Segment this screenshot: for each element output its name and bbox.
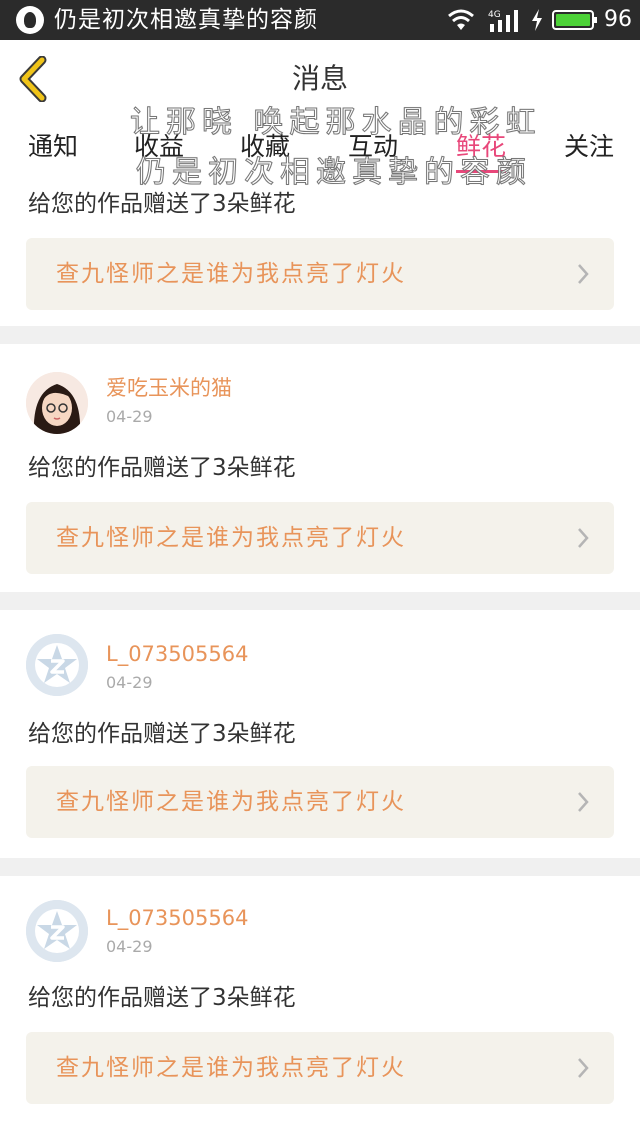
tab-notifications[interactable]: 通知 — [28, 130, 78, 164]
page-title: 消息 — [291, 62, 348, 95]
username[interactable]: L_073505564 — [106, 904, 248, 932]
gift-message: 给您的作品赠送了3朵鲜花 — [28, 455, 296, 481]
notification-card: 给您的作品赠送了3朵鲜花 查九怪师之是谁为我点亮了灯火 — [0, 178, 640, 326]
work-title: 查九怪师之是谁为我点亮了灯火 — [56, 1055, 406, 1081]
timestamp: 04-29 — [106, 673, 153, 692]
girl-avatar-icon — [26, 372, 88, 434]
timestamp: 04-29 — [106, 407, 153, 426]
chevron-right-icon — [578, 528, 589, 548]
avatar[interactable] — [26, 900, 88, 962]
notification-card: L_073505564 04-29 给您的作品赠送了3朵鲜花 查九怪师之是谁为我… — [0, 876, 640, 1138]
work-link[interactable]: 查九怪师之是谁为我点亮了灯火 — [26, 502, 614, 574]
gift-message: 给您的作品赠送了3朵鲜花 — [28, 721, 296, 747]
avatar[interactable] — [26, 634, 88, 696]
gift-message: 给您的作品赠送了3朵鲜花 — [28, 191, 296, 217]
status-bar: 仍是初次相邀真挚的容颜 4G 96 — [0, 0, 640, 40]
overlay-caption-line-2: 仍是初次相邀真挚的容颜 — [136, 155, 532, 190]
wifi-icon — [448, 9, 474, 30]
chevron-right-icon — [578, 264, 589, 284]
timestamp: 04-29 — [106, 937, 153, 956]
notification-card: L_073505564 04-29 给您的作品赠送了3朵鲜花 查九怪师之是谁为我… — [0, 610, 640, 858]
notification-card: 爱吃玉米的猫 04-29 给您的作品赠送了3朵鲜花 查九怪师之是谁为我点亮了灯火 — [0, 344, 640, 592]
username[interactable]: 爱吃玉米的猫 — [106, 374, 232, 402]
qq-star-avatar-icon — [26, 900, 88, 962]
gift-message: 给您的作品赠送了3朵鲜花 — [28, 985, 296, 1011]
work-link[interactable]: 查九怪师之是谁为我点亮了灯火 — [26, 238, 614, 310]
work-link[interactable]: 查九怪师之是谁为我点亮了灯火 — [26, 766, 614, 838]
app-notification-icon — [16, 6, 44, 34]
charging-icon — [532, 9, 542, 31]
avatar[interactable] — [26, 372, 88, 434]
username[interactable]: L_073505564 — [106, 640, 248, 668]
work-title: 查九怪师之是谁为我点亮了灯火 — [56, 789, 406, 815]
chevron-right-icon — [578, 1058, 589, 1078]
qq-star-avatar-icon — [26, 634, 88, 696]
chevron-right-icon — [578, 792, 589, 812]
work-title: 查九怪师之是谁为我点亮了灯火 — [56, 525, 406, 551]
overlay-caption-line-1: 让那晓 唤起那水晶的彩虹 — [130, 105, 542, 140]
work-link[interactable]: 查九怪师之是谁为我点亮了灯火 — [26, 1032, 614, 1104]
network-type-label: 4G — [488, 10, 501, 20]
battery-icon — [552, 10, 597, 30]
signal-icon: 4G — [488, 10, 518, 32]
tab-follows[interactable]: 关注 — [564, 130, 614, 164]
battery-level: 96 — [604, 7, 632, 32]
work-title: 查九怪师之是谁为我点亮了灯火 — [56, 261, 406, 287]
status-notification-text: 仍是初次相邀真挚的容颜 — [54, 7, 318, 33]
